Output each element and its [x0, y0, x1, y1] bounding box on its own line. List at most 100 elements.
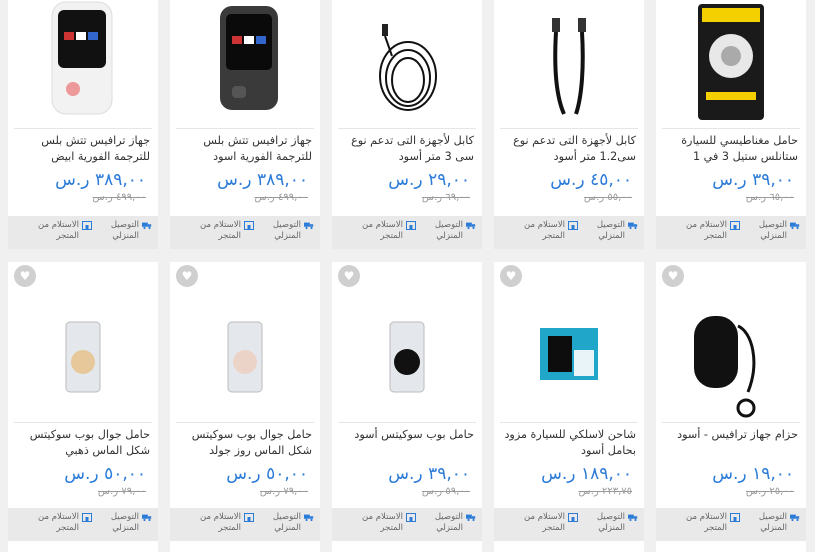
store-icon [730, 221, 740, 230]
home-delivery-label: التوصيل المنزلي [272, 512, 301, 533]
product-image[interactable] [8, 0, 158, 128]
product-old-price: ٥٥,٠٠ ر.س [583, 192, 632, 203]
heart-icon[interactable]: ♥ [338, 265, 360, 287]
delivery-options: التوصيل المنزلي الاستلام من المتجر [656, 216, 806, 249]
store-icon [406, 221, 416, 230]
product-card[interactable]: ♥ حامل جوال بوب سوكيتس شكل الماس روز جول… [170, 262, 320, 552]
delivery-options: التوصيل المنزلي الاستلام من المتجر [8, 508, 158, 541]
home-delivery-label: التوصيل المنزلي [110, 512, 139, 533]
store-pickup-option: الاستلام من المتجر [662, 512, 740, 534]
home-delivery-option: التوصيل المنزلي [578, 512, 638, 534]
store-pickup-option: الاستلام من المتجر [176, 220, 254, 242]
product-old-price: ٦٥,٠٠ ر.س [745, 192, 794, 203]
product-price: ٣٨٩,٠٠ ر.س [55, 170, 146, 190]
product-old-price: ٢٥,٠٠ ر.س [745, 486, 794, 497]
product-name[interactable]: حزام جهاز ترافيس - أسود [656, 423, 806, 461]
store-pickup-option: الاستلام من المتجر [14, 220, 92, 242]
delivery-options: التوصيل المنزلي الاستلام من المتجر [170, 216, 320, 249]
product-image[interactable]: ♥ [494, 262, 644, 422]
store-icon [406, 513, 416, 522]
product-image[interactable] [494, 0, 644, 128]
product-card[interactable]: ♥ حزام جهاز ترافيس - أسود ١٩,٠٠ ر.س ٢٥,٠… [656, 262, 806, 552]
heart-icon[interactable]: ♥ [500, 265, 522, 287]
product-name[interactable]: حامل بوب سوكيتس أسود [332, 423, 482, 461]
store-pickup-option: الاستلام من المتجر [338, 220, 416, 242]
delivery-options: التوصيل المنزلي الاستلام من المتجر [170, 508, 320, 541]
product-card[interactable]: جهاز ترافيس تتش بلس للترجمة الفورية ابيض… [8, 0, 158, 249]
truck-icon [142, 514, 152, 522]
truck-icon [466, 222, 476, 230]
home-delivery-option: التوصيل المنزلي [740, 220, 800, 242]
store-pickup-label: الاستلام من المتجر [362, 512, 403, 533]
heart-icon[interactable]: ♥ [14, 265, 36, 287]
home-delivery-label: التوصيل المنزلي [434, 220, 463, 241]
delivery-options: التوصيل المنزلي الاستلام من المتجر [656, 508, 806, 541]
store-icon [568, 221, 578, 230]
home-delivery-option: التوصيل المنزلي [254, 220, 314, 242]
product-image[interactable] [332, 0, 482, 128]
delivery-options: التوصيل المنزلي الاستلام من المتجر [494, 216, 644, 249]
home-delivery-option: التوصيل المنزلي [578, 220, 638, 242]
product-old-price: ٧٩,٠٠ ر.س [97, 486, 146, 497]
store-pickup-label: الاستلام من المتجر [686, 220, 727, 241]
product-card[interactable]: ♥ حامل بوب سوكيتس أسود ٣٩,٠٠ ر.س ٥٩,٠٠ ر… [332, 262, 482, 552]
truck-icon [628, 222, 638, 230]
home-delivery-label: التوصيل المنزلي [110, 220, 139, 241]
product-image[interactable]: ♥ [170, 262, 320, 422]
product-price: ١٨٩,٠٠ ر.س [541, 464, 632, 484]
store-pickup-label: الاستلام من المتجر [362, 220, 403, 241]
delivery-options: التوصيل المنزلي الاستلام من المتجر [332, 216, 482, 249]
home-delivery-option: التوصيل المنزلي [92, 220, 152, 242]
store-pickup-option: الاستلام من المتجر [500, 220, 578, 242]
product-card[interactable]: كابل لأجهزة التى تدعم نوع سى1.2 متر أسود… [494, 0, 644, 249]
product-name[interactable]: كابل لأجهزة التى تدعم نوع سى 3 متر أسود [332, 129, 482, 167]
store-icon [244, 221, 254, 230]
product-image[interactable] [656, 0, 806, 128]
store-pickup-option: الاستلام من المتجر [14, 512, 92, 534]
product-name[interactable]: شاحن لاسلكي للسيارة مزود بحامل أسود [494, 423, 644, 461]
home-delivery-label: التوصيل المنزلي [272, 220, 301, 241]
truck-icon [304, 222, 314, 230]
store-pickup-label: الاستلام من المتجر [200, 512, 241, 533]
store-icon [730, 513, 740, 522]
store-pickup-label: الاستلام من المتجر [38, 512, 79, 533]
store-pickup-label: الاستلام من المتجر [524, 220, 565, 241]
product-grid: جهاز ترافيس تتش بلس للترجمة الفورية ابيض… [0, 0, 815, 552]
product-card[interactable]: كابل لأجهزة التى تدعم نوع سى 3 متر أسود … [332, 0, 482, 249]
product-price: ٣٩,٠٠ ر.س [712, 170, 794, 190]
home-delivery-option: التوصيل المنزلي [416, 512, 476, 534]
product-old-price: ٤٩٩,٠٠ ر.س [254, 192, 308, 203]
product-image[interactable]: ♥ [8, 262, 158, 422]
home-delivery-option: التوصيل المنزلي [254, 512, 314, 534]
truck-icon [304, 514, 314, 522]
product-name[interactable]: جهاز ترافيس تتش بلس للترجمة الفورية ابيض [8, 129, 158, 167]
product-name[interactable]: حامل مغناطيسي للسيارة ستانلس ستيل 3 في 1 [656, 129, 806, 167]
product-image[interactable] [170, 0, 320, 128]
product-image[interactable]: ♥ [332, 262, 482, 422]
product-name[interactable]: جهاز ترافيس تتش بلس للترجمة الفورية اسود [170, 129, 320, 167]
product-name[interactable]: حامل جوال بوب سوكيتس شكل الماس ذهبي [8, 423, 158, 461]
store-pickup-option: الاستلام من المتجر [338, 512, 416, 534]
heart-icon[interactable]: ♥ [662, 265, 684, 287]
heart-icon[interactable]: ♥ [176, 265, 198, 287]
product-card[interactable]: جهاز ترافيس تتش بلس للترجمة الفورية اسود… [170, 0, 320, 249]
home-delivery-option: التوصيل المنزلي [740, 512, 800, 534]
truck-icon [628, 514, 638, 522]
product-old-price: ٥٩,٠٠ ر.س [421, 486, 470, 497]
home-delivery-option: التوصيل المنزلي [92, 512, 152, 534]
store-icon [244, 513, 254, 522]
product-price: ٥٠,٠٠ ر.س [64, 464, 146, 484]
product-price: ٣٨٩,٠٠ ر.س [217, 170, 308, 190]
product-card[interactable]: ♥ شاحن لاسلكي للسيارة مزود بحامل أسود ١٨… [494, 262, 644, 552]
product-image[interactable]: ♥ [656, 262, 806, 422]
store-pickup-label: الاستلام من المتجر [200, 220, 241, 241]
truck-icon [790, 514, 800, 522]
product-card[interactable]: حامل مغناطيسي للسيارة ستانلس ستيل 3 في 1… [656, 0, 806, 249]
delivery-options: التوصيل المنزلي الاستلام من المتجر [332, 508, 482, 541]
product-name[interactable]: كابل لأجهزة التى تدعم نوع سى1.2 متر أسود [494, 129, 644, 167]
home-delivery-option: التوصيل المنزلي [416, 220, 476, 242]
product-card[interactable]: ♥ حامل جوال بوب سوكيتس شكل الماس ذهبي ٥٠… [8, 262, 158, 552]
store-icon [568, 513, 578, 522]
product-name[interactable]: حامل جوال بوب سوكيتس شكل الماس روز جولد [170, 423, 320, 461]
store-pickup-option: الاستلام من المتجر [662, 220, 740, 242]
